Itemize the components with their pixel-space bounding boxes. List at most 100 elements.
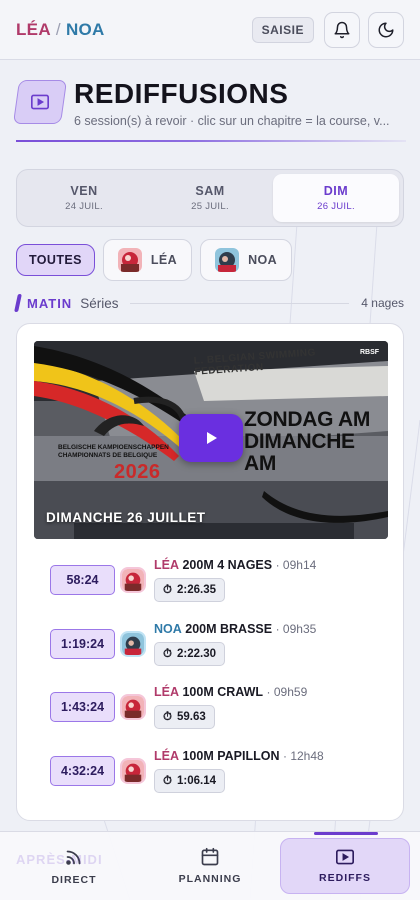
play-square-icon [336,849,354,865]
active-indicator [314,832,378,835]
brand-noa: NOA [65,19,105,39]
brand-lea: LÉA [16,19,51,39]
stopwatch-icon: ⏱ [163,583,172,596]
chapter-title: NOA 200M BRASSE · 09h35 [154,622,316,636]
tab-date: 26 JUIL. [317,201,355,212]
theme-toggle-button[interactable] [368,11,404,48]
chapter-timestamp[interactable]: 1:43:24 [50,692,115,722]
chapter-timestamp[interactable]: 1:19:24 [50,629,115,659]
tab-sam[interactable]: SAM 25 JUIL. [147,174,273,222]
swimmer-filters: TOUTES LÉA NOA [16,239,293,281]
event-time: · 12h48 [282,749,324,763]
brand[interactable]: LÉA / NOA [16,20,105,40]
filter-noa[interactable]: NOA [200,239,293,281]
title-underline [16,140,406,142]
calendar-icon [201,847,219,866]
section-subtitle: Séries [80,295,119,311]
play-icon [207,432,217,444]
filter-toutes[interactable]: TOUTES [16,244,95,276]
video-overlay-logo: RBSF [360,349,380,356]
chapter-timestamp[interactable]: 58:24 [50,565,115,595]
result-badge: ⏱ 2:22.30 [154,642,225,666]
notifications-button[interactable] [324,11,360,48]
tab-ven[interactable]: VEN 24 JUIL. [21,174,147,222]
filter-lea[interactable]: LÉA [102,239,193,281]
swimmer-name: LÉA [154,685,179,699]
play-button[interactable] [179,414,243,462]
swimmer-name: LÉA [154,558,179,572]
chapter-item[interactable]: 4:32:24 LÉA 100M PAPILLON · 12h48 ⏱ 1:06… [50,747,390,797]
next-section-peek: APRÈS-MIDI [16,852,103,867]
nav-label: DIRECT [51,874,97,886]
event-time: · 09h14 [275,558,317,572]
chapter-title: LÉA 100M CRAWL · 09h59 [154,685,307,699]
section-label: MATIN [27,295,73,311]
result-time: 1:06.14 [176,775,216,787]
section-header: MATIN Séries 4 nages [14,293,404,313]
page-icon [12,80,68,124]
play-square-icon [31,94,49,110]
nav-label: PLANNING [178,873,242,885]
event-name: 200M BRASSE [185,622,273,636]
result-time: 59.63 [176,711,206,723]
page-title: REDIFFUSIONS [74,78,289,109]
saisie-button[interactable]: SAISIE [251,16,314,43]
bell-icon [334,21,350,38]
tab-day: SAM [195,184,225,198]
stopwatch-icon: ⏱ [163,710,172,723]
tab-date: 24 JUIL. [65,201,103,212]
section-accent [14,294,22,312]
divider [130,302,350,304]
avatar [122,569,144,591]
chapter-item[interactable]: 58:24 LÉA 200M 4 NAGES · 09h14 ⏱ 2:26.35 [50,556,390,606]
swimmer-name: LÉA [154,749,179,763]
stopwatch-icon: ⏱ [163,647,172,660]
moon-icon [378,22,394,37]
chapter-item[interactable]: 1:19:24 NOA 200M BRASSE · 09h35 ⏱ 2:22.3… [50,620,390,670]
result-badge: ⏱ 1:06.14 [154,769,225,793]
event-time: · 09h35 [275,622,317,636]
event-name: 200M 4 NAGES [182,558,273,572]
tab-day: VEN [70,184,98,198]
event-name: 100M CRAWL [182,685,264,699]
session-card: BELGISCHE KAMPIOENSCHAPPEN CHAMPIONNATS … [16,323,404,821]
video-overlay-year: 2026 [114,461,161,483]
stopwatch-icon: ⏱ [163,774,172,787]
video-overlay-title: ZONDAG AM DIMANCHE AM [244,409,388,475]
nav-rediffs[interactable]: REDIFFS [280,838,410,894]
filter-label: LÉA [150,253,178,267]
avatar [122,760,144,782]
chapter-item[interactable]: 1:43:24 LÉA 100M CRAWL · 09h59 ⏱ 59.63 [50,683,390,733]
video-caption: DIMANCHE 26 JUILLET [46,510,206,525]
result-badge: ⏱ 59.63 [154,705,215,729]
avatar [122,633,144,655]
page-subtitle: 6 session(s) à revoir · clic sur un chap… [74,114,390,128]
filter-label: NOA [248,253,278,267]
overlay-text: BELGISCHE KAMPIOENSCHAPPEN [58,444,169,451]
tab-date: 25 JUIL. [191,201,229,212]
page-header: REDIFFUSIONS 6 session(s) à revoir · cli… [12,78,406,142]
video-player[interactable]: BELGISCHE KAMPIOENSCHAPPEN CHAMPIONNATS … [34,341,388,539]
top-bar: LÉA / NOA SAISIE [0,0,420,60]
nav-label: REDIFFS [319,872,371,884]
section-count: 4 nages [361,296,404,310]
result-badge: ⏱ 2:26.35 [154,578,225,602]
overlay-text: CHAMPIONNATS DE BELGIQUE [58,452,158,459]
overlay-line: DIMANCHE AM [244,430,355,475]
event-name: 100M PAPILLON [182,749,280,763]
chapter-title: LÉA 200M 4 NAGES · 09h14 [154,558,316,572]
avatar [215,248,240,272]
event-time: · 09h59 [266,685,308,699]
overlay-line: ZONDAG AM [244,408,371,431]
tab-day: DIM [323,184,349,198]
chapter-timestamp[interactable]: 4:32:24 [50,756,115,786]
day-tabs: VEN 24 JUIL. SAM 25 JUIL. DIM 26 JUIL. [16,169,404,227]
result-time: 2:22.30 [176,648,216,660]
result-time: 2:26.35 [176,584,216,596]
nav-planning[interactable]: PLANNING [145,838,275,894]
tab-dim[interactable]: DIM 26 JUIL. [273,174,399,222]
brand-separator: / [55,19,61,39]
avatar [117,248,142,272]
swimmer-name: NOA [154,622,182,636]
chapter-title: LÉA 100M PAPILLON · 12h48 [154,749,324,763]
